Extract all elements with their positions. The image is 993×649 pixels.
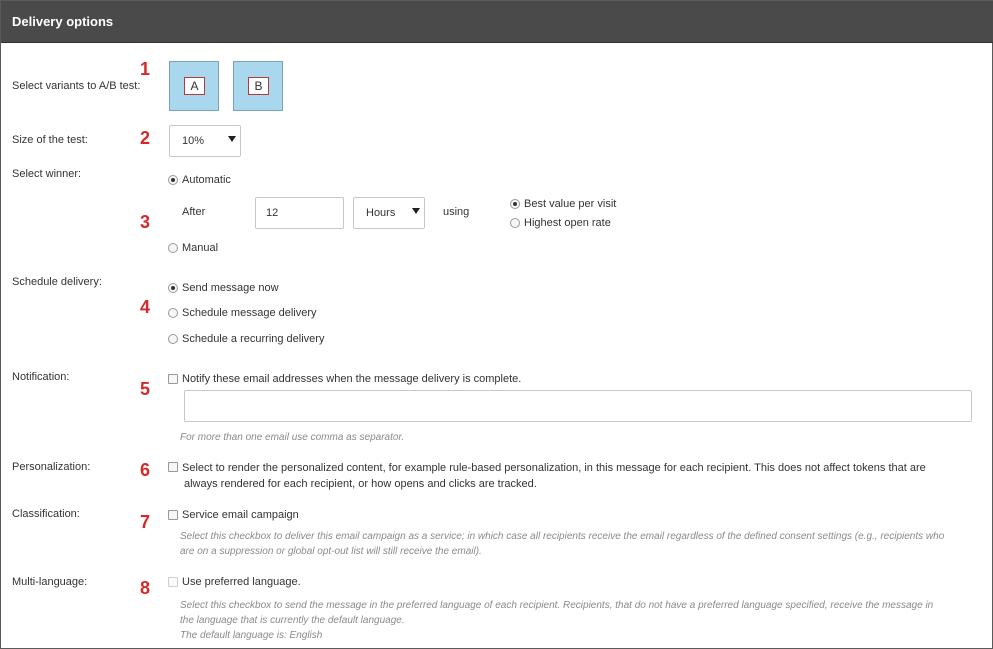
schedule-recurring-radio[interactable] — [168, 334, 178, 344]
variant-a-label: A — [184, 77, 205, 95]
classification-hint-line2: are on a suppression or global opt-out l… — [180, 546, 482, 557]
variant-b-label: B — [248, 77, 269, 95]
panel-header: Delivery options — [1, 1, 993, 43]
personalization-label: Personalization: — [12, 461, 91, 473]
step-number-2: 2 — [140, 128, 151, 148]
step-number-5: 5 — [140, 379, 151, 399]
best-value-radio[interactable] — [510, 199, 520, 209]
notify-checkbox[interactable] — [168, 374, 178, 384]
preferred-language-checkbox[interactable] — [168, 577, 178, 587]
preferred-language-label: Use preferred language. — [182, 576, 301, 588]
automatic-radio[interactable] — [168, 175, 178, 185]
service-campaign-label: Service email campaign — [182, 509, 299, 521]
notify-emails-input[interactable] — [184, 390, 972, 422]
multilang-hint-line2: the language that is currently the defau… — [180, 615, 405, 626]
notify-label: Notify these email addresses when the me… — [182, 373, 522, 385]
after-value-input[interactable]: 12 — [255, 197, 344, 229]
schedule-label: Schedule delivery: — [12, 276, 102, 288]
step-number-4: 4 — [140, 297, 151, 317]
time-unit-select[interactable]: Hours — [353, 197, 425, 229]
manual-label: Manual — [182, 242, 219, 254]
notification-label: Notification: — [12, 371, 70, 383]
step-number-6: 6 — [140, 460, 151, 480]
multilang-hint-line3: The default language is: English — [180, 630, 323, 641]
highest-open-label: Highest open rate — [524, 217, 611, 229]
panel-title: Delivery options — [12, 14, 114, 29]
variant-b-tile[interactable]: B — [233, 61, 283, 111]
personalization-checkbox[interactable] — [168, 462, 178, 472]
step-number-1: 1 — [140, 59, 151, 79]
schedule-recurring-label: Schedule a recurring delivery — [182, 333, 325, 345]
time-unit-value: Hours — [366, 207, 396, 219]
send-now-radio[interactable] — [168, 283, 178, 293]
automatic-label: Automatic — [182, 174, 231, 186]
personalization-text-line2: always rendered for each recipient, or h… — [184, 478, 537, 490]
test-size-select[interactable]: 10% — [169, 125, 241, 157]
using-label: using — [443, 206, 470, 218]
step-number-7: 7 — [140, 512, 151, 532]
step-number-8: 8 — [140, 578, 151, 598]
chevron-down-icon — [228, 136, 236, 142]
service-campaign-checkbox[interactable] — [168, 510, 178, 520]
notify-hint: For more than one email use comma as sep… — [180, 432, 405, 443]
schedule-message-label: Schedule message delivery — [182, 307, 317, 319]
manual-radio[interactable] — [168, 243, 178, 253]
multilang-label: Multi-language: — [12, 576, 88, 588]
highest-open-radio[interactable] — [510, 218, 520, 228]
multilang-hint-line1: Select this checkbox to send the message… — [180, 600, 934, 611]
classification-label: Classification: — [12, 508, 80, 520]
send-now-label: Send message now — [182, 282, 279, 294]
delivery-options-panel: Delivery options Select variants to A/B … — [0, 0, 993, 649]
variants-label: Select variants to A/B test: — [12, 80, 141, 92]
after-label: After — [182, 206, 206, 218]
schedule-message-radio[interactable] — [168, 308, 178, 318]
classification-hint-line1: Select this checkbox to deliver this ema… — [180, 531, 945, 542]
test-size-value: 10% — [182, 135, 205, 147]
size-label: Size of the test: — [12, 134, 88, 146]
personalization-text-line1: Select to render the personalized conten… — [182, 462, 926, 474]
best-value-label: Best value per visit — [524, 198, 617, 210]
chevron-down-icon — [412, 208, 420, 214]
variant-a-tile[interactable]: A — [169, 61, 219, 111]
winner-label: Select winner: — [12, 168, 82, 180]
step-number-3: 3 — [140, 212, 151, 232]
